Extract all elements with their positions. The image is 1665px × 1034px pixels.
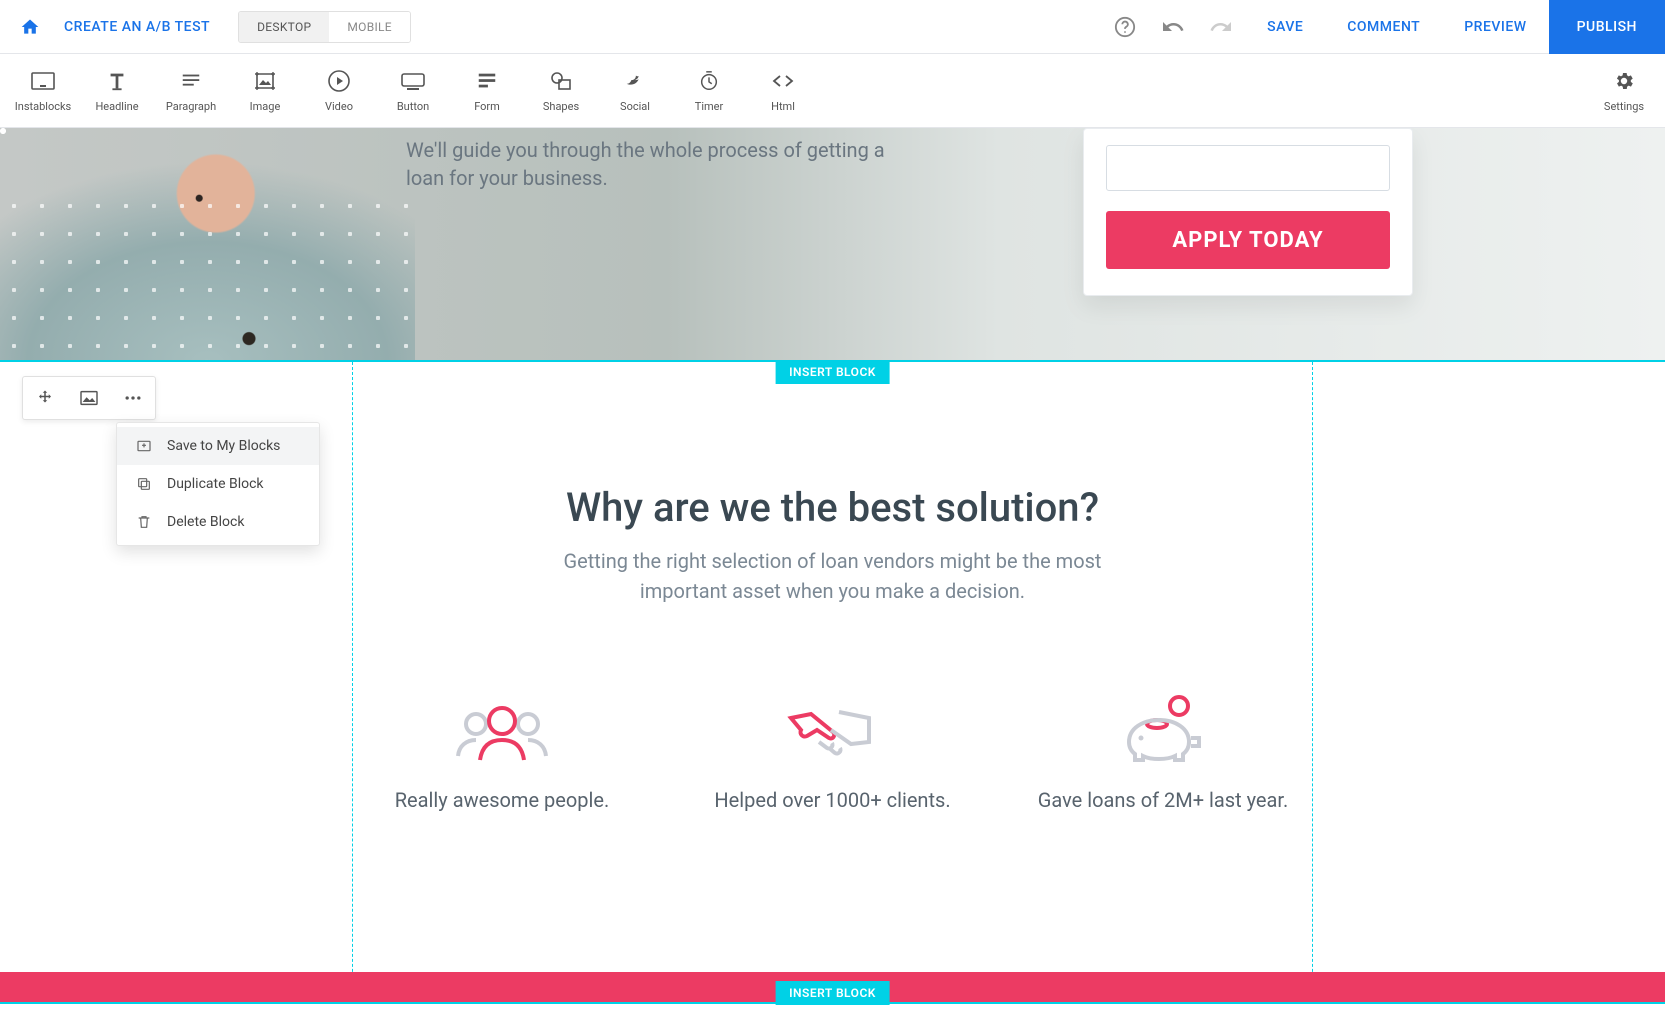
comment-button[interactable]: COMMENT [1325, 0, 1442, 54]
mobile-view-button[interactable]: MOBILE [329, 12, 410, 42]
guide-left [352, 362, 353, 1002]
block-toolbar [22, 376, 156, 420]
toolbar-button[interactable]: Button [376, 68, 450, 113]
move-icon [36, 389, 54, 407]
toolbar-video[interactable]: Video [302, 68, 376, 113]
menu-label: Duplicate Block [167, 476, 264, 492]
toolbar-label: Paragraph [166, 100, 216, 113]
top-navbar: CREATE AN A/B TEST DESKTOP MOBILE SAVE C… [0, 0, 1665, 54]
subtitle-line2: important asset when you make a decision… [0, 576, 1665, 606]
hero-block[interactable]: We'll guide you through the whole proces… [0, 128, 1665, 362]
desktop-view-button[interactable]: DESKTOP [239, 12, 329, 42]
toolbar-label: Headline [95, 100, 138, 113]
toolbar-headline[interactable]: Headline [80, 68, 154, 113]
undo-button[interactable] [1149, 0, 1197, 54]
shirt-dots [0, 192, 415, 362]
social-icon [624, 68, 646, 94]
block-context-menu: Save to My Blocks Duplicate Block Delete… [116, 422, 320, 546]
toolbar-label: Html [771, 100, 795, 113]
toolbar-label: Settings [1604, 100, 1644, 113]
features-row: Really awesome people. Helped over 1000+… [352, 700, 1313, 812]
feature-loans[interactable]: Gave loans of 2M+ last year. [1013, 700, 1313, 812]
shapes-icon [549, 68, 573, 94]
move-block-button[interactable] [23, 377, 67, 419]
home-button[interactable] [10, 7, 50, 47]
apply-today-button[interactable]: APPLY TODAY [1106, 211, 1390, 269]
save-block-icon [135, 438, 153, 454]
toolbar-settings[interactable]: Settings [1589, 68, 1659, 113]
video-icon [327, 68, 351, 94]
toolbar-label: Image [250, 100, 281, 113]
html-icon [771, 68, 795, 94]
preview-button[interactable]: PREVIEW [1442, 0, 1548, 54]
menu-duplicate-block[interactable]: Duplicate Block [117, 465, 319, 503]
hero-sub-line1: We'll guide you through the whole proces… [406, 136, 885, 164]
paragraph-icon [180, 68, 202, 94]
feature-label: Helped over 1000+ clients. [714, 788, 950, 812]
toolbar-form[interactable]: Form [450, 68, 524, 113]
more-options-button[interactable] [111, 377, 155, 419]
device-toggle: DESKTOP MOBILE [238, 11, 411, 43]
create-ab-test-link[interactable]: CREATE AN A/B TEST [64, 19, 210, 35]
hero-subheadline[interactable]: We'll guide you through the whole proces… [406, 136, 885, 192]
menu-delete-block[interactable]: Delete Block [117, 503, 319, 541]
publish-button[interactable]: PUBLISH [1549, 0, 1665, 54]
button-icon [400, 68, 426, 94]
feature-people[interactable]: Really awesome people. [352, 700, 652, 812]
element-toolbar: Instablocks Headline Paragraph Image Vid… [0, 54, 1665, 128]
form-icon [476, 68, 498, 94]
home-icon [20, 17, 40, 37]
toolbar-instablocks[interactable]: Instablocks [6, 68, 80, 113]
form-input[interactable] [1106, 145, 1390, 191]
editor-canvas[interactable]: We'll guide you through the whole proces… [0, 128, 1665, 1034]
instablocks-icon [30, 68, 56, 94]
toolbar-social[interactable]: Social [598, 68, 672, 113]
guide-right [1312, 362, 1313, 1002]
subtitle-line1: Getting the right selection of loan vend… [0, 546, 1665, 576]
save-button[interactable]: SAVE [1245, 0, 1325, 54]
handshake-icon [783, 700, 883, 760]
help-button[interactable] [1101, 0, 1149, 54]
feature-label: Gave loans of 2M+ last year. [1038, 788, 1289, 812]
hero-sub-line2: loan for your business. [406, 164, 885, 192]
insert-block-below[interactable]: INSERT BLOCK [775, 981, 890, 1005]
toolbar-label: Instablocks [15, 100, 71, 113]
gear-icon [1613, 68, 1635, 94]
toolbar-timer[interactable]: Timer [672, 68, 746, 113]
duplicate-icon [135, 476, 153, 492]
section-subtitle[interactable]: Getting the right selection of loan vend… [0, 546, 1665, 606]
solution-block[interactable]: INSERT BLOCK INSERT BLOCK Save to My Blo… [0, 362, 1665, 1002]
toolbar-paragraph[interactable]: Paragraph [154, 68, 228, 113]
image-small-icon [79, 390, 99, 406]
toolbar-html[interactable]: Html [746, 68, 820, 113]
form-card[interactable]: APPLY TODAY [1083, 128, 1413, 296]
piggy-bank-icon [1113, 700, 1213, 760]
timer-icon [698, 68, 720, 94]
toolbar-label: Form [474, 100, 500, 113]
feature-clients[interactable]: Helped over 1000+ clients. [683, 700, 983, 812]
help-icon [1114, 16, 1136, 38]
toolbar-image[interactable]: Image [228, 68, 302, 113]
toolbar-label: Social [620, 100, 650, 113]
redo-button[interactable] [1197, 0, 1245, 54]
headline-icon [106, 68, 128, 94]
image-icon [253, 68, 277, 94]
background-button[interactable] [67, 377, 111, 419]
toolbar-shapes[interactable]: Shapes [524, 68, 598, 113]
menu-save-to-my-blocks[interactable]: Save to My Blocks [117, 427, 319, 465]
people-icon [452, 700, 552, 760]
undo-icon [1161, 15, 1185, 39]
menu-label: Save to My Blocks [167, 438, 280, 454]
trash-icon [135, 514, 153, 530]
menu-label: Delete Block [167, 514, 244, 530]
toolbar-label: Button [397, 100, 429, 113]
insert-block-above[interactable]: INSERT BLOCK [775, 360, 890, 384]
hero-photo [0, 128, 415, 362]
redo-icon [1209, 15, 1233, 39]
toolbar-label: Video [325, 100, 353, 113]
feature-label: Really awesome people. [395, 788, 610, 812]
toolbar-label: Shapes [543, 100, 579, 113]
toolbar-label: Timer [695, 100, 723, 113]
more-icon [123, 388, 143, 408]
